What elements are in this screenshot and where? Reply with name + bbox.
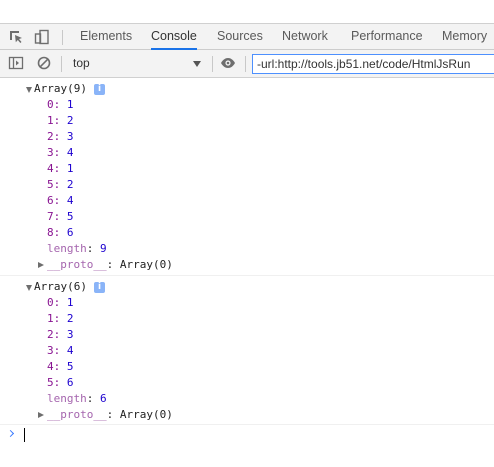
list-item: 5: 2 <box>47 178 74 191</box>
tab-network[interactable]: Network <box>282 24 328 50</box>
console-prompt[interactable] <box>0 425 494 445</box>
tab-console[interactable]: Console <box>151 24 197 50</box>
console-message: Array(6) i 0: 1 1: 2 2: 3 3: 4 4: 5 5: 6… <box>0 276 494 425</box>
toolbar-separator <box>212 56 213 72</box>
list-item: 3: 4 <box>47 146 74 159</box>
tabbar-separator <box>62 30 63 45</box>
expand-triangle-icon[interactable] <box>38 262 44 268</box>
list-item: 7: 5 <box>47 210 74 223</box>
length-property: length: 6 <box>47 392 107 405</box>
text-caret <box>24 428 25 442</box>
list-item: 4: 1 <box>47 162 74 175</box>
live-expression-eye-icon[interactable] <box>220 55 236 71</box>
info-icon: i <box>94 84 105 95</box>
array-header[interactable]: Array(6) <box>34 279 87 295</box>
list-item: 0: 1 <box>47 98 74 111</box>
console-output: Array(9) i 0: 1 1: 2 2: 3 3: 4 4: 1 5: 2… <box>0 78 494 467</box>
expand-triangle-icon[interactable] <box>38 412 44 418</box>
list-item: 6: 4 <box>47 194 74 207</box>
array-header[interactable]: Array(9) <box>34 81 87 97</box>
list-item: 5: 6 <box>47 376 74 389</box>
info-icon: i <box>94 282 105 293</box>
list-item: 2: 3 <box>47 130 74 143</box>
inspect-element-icon[interactable] <box>8 29 24 45</box>
toolbar-separator <box>245 56 246 72</box>
proto-property[interactable]: __proto__: Array(0) <box>47 407 173 423</box>
tab-sources[interactable]: Sources <box>217 24 263 50</box>
context-selector[interactable]: top <box>67 54 207 73</box>
expand-triangle-icon[interactable] <box>26 87 32 93</box>
list-item: 1: 2 <box>47 114 74 127</box>
device-toolbar-icon[interactable] <box>34 29 50 45</box>
prompt-chevron-icon <box>6 429 15 438</box>
list-item: 2: 3 <box>47 328 74 341</box>
proto-property[interactable]: __proto__: Array(0) <box>47 257 173 273</box>
clear-console-icon[interactable] <box>36 55 52 71</box>
chevron-down-icon <box>193 61 201 67</box>
length-property: length: 9 <box>47 242 107 255</box>
tab-memory[interactable]: Memory <box>442 24 487 50</box>
console-toolbar: top <box>0 50 494 78</box>
filter-input[interactable] <box>252 54 494 74</box>
expand-triangle-icon[interactable] <box>26 285 32 291</box>
window-top-strip <box>0 0 494 23</box>
context-selector-value: top <box>73 56 90 70</box>
console-message: Array(9) i 0: 1 1: 2 2: 3 3: 4 4: 1 5: 2… <box>0 78 494 276</box>
tab-performance[interactable]: Performance <box>351 24 423 50</box>
list-item: 1: 2 <box>47 312 74 325</box>
show-sidebar-icon[interactable] <box>8 55 24 71</box>
tab-elements[interactable]: Elements <box>80 24 132 50</box>
list-item: 3: 4 <box>47 344 74 357</box>
toolbar-separator <box>61 56 62 72</box>
list-item: 8: 6 <box>47 226 74 239</box>
list-item: 0: 1 <box>47 296 74 309</box>
devtools-tabbar: Elements Console Sources Network Perform… <box>0 23 494 50</box>
list-item: 4: 5 <box>47 360 74 373</box>
